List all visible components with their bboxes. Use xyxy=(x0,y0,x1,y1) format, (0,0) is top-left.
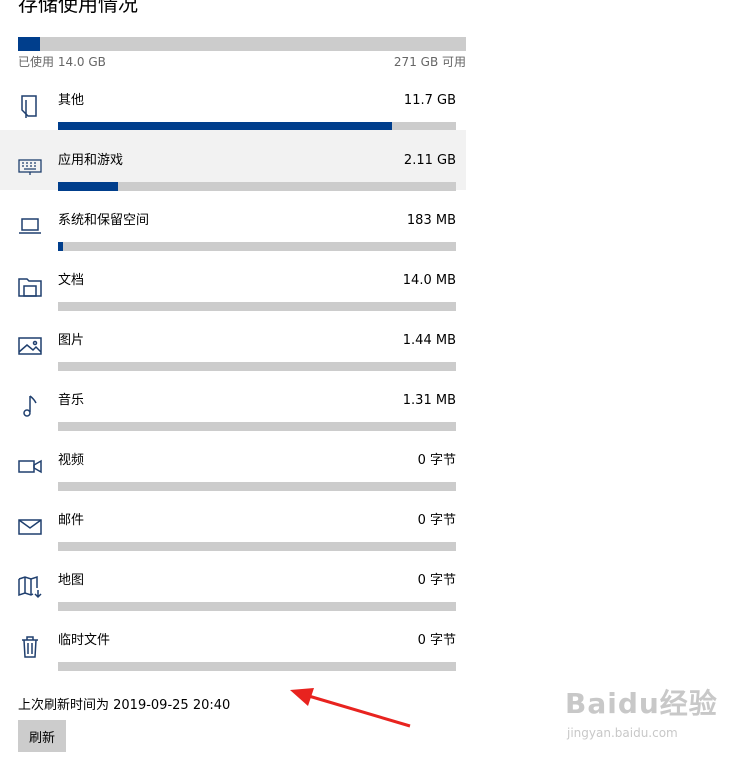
category-name: 地图 xyxy=(58,573,85,588)
category-name: 其他 xyxy=(58,93,85,108)
category-size: 2.11 GB xyxy=(403,153,456,168)
storage-category-item[interactable]: 地图 0 字节 xyxy=(0,550,466,611)
mail-icon xyxy=(16,512,44,540)
category-size: 14.0 MB xyxy=(402,273,456,288)
storage-category-item[interactable]: 邮件 0 字节 xyxy=(0,490,466,551)
category-name: 视频 xyxy=(58,453,85,468)
category-name: 应用和游戏 xyxy=(58,153,124,168)
map-icon xyxy=(16,572,44,600)
category-name: 音乐 xyxy=(58,393,85,408)
music-note-icon xyxy=(16,392,44,420)
video-camera-icon xyxy=(16,452,44,480)
free-space-label: 271 GB 可用 xyxy=(393,55,466,69)
storage-category-item[interactable]: 应用和游戏 2.11 GB xyxy=(0,130,466,191)
laptop-icon xyxy=(16,212,44,240)
category-name: 临时文件 xyxy=(58,633,111,648)
category-size: 183 MB xyxy=(406,213,456,228)
category-size: 0 字节 xyxy=(417,573,456,588)
category-size: 1.31 MB xyxy=(402,393,456,408)
red-arrow-annotation xyxy=(290,688,411,728)
storage-category-item[interactable]: 音乐 1.31 MB xyxy=(0,370,466,431)
category-size: 11.7 GB xyxy=(403,93,456,108)
picture-icon xyxy=(16,332,44,360)
refresh-button[interactable]: 刷新 xyxy=(18,720,66,752)
storage-category-item[interactable]: 系统和保留空间 183 MB xyxy=(0,190,466,251)
watermark-url: jingyan.baidu.com xyxy=(567,726,678,740)
category-size: 0 字节 xyxy=(417,633,456,648)
other-icon xyxy=(16,92,44,120)
storage-category-item[interactable]: 视频 0 字节 xyxy=(0,430,466,491)
storage-category-item[interactable]: 图片 1.44 MB xyxy=(0,310,466,371)
trash-icon xyxy=(16,632,44,660)
baidu-watermark: Baidu经验 jingyan.baidu.com xyxy=(565,676,737,756)
category-size: 0 字节 xyxy=(417,453,456,468)
category-name: 邮件 xyxy=(58,513,85,528)
storage-category-item[interactable]: 文档 14.0 MB xyxy=(0,250,466,311)
category-size: 1.44 MB xyxy=(402,333,456,348)
category-size: 0 字节 xyxy=(417,513,456,528)
used-space-label: 已使用 14.0 GB xyxy=(18,55,106,69)
category-name: 图片 xyxy=(58,333,85,348)
page-title: 存储使用情况 xyxy=(18,0,138,16)
storage-category-list: 其他 11.7 GB 应用和游戏 2.11 GB 系统和保留空间 183 MB 文档 14.0… xyxy=(0,70,741,671)
category-name: 文档 xyxy=(58,273,85,288)
category-name: 系统和保留空间 xyxy=(58,213,150,228)
keyboard-icon xyxy=(16,152,44,180)
documents-folder-icon xyxy=(16,272,44,300)
total-storage-bar xyxy=(18,37,466,51)
last-refresh-label: 上次刷新时间为 2019-09-25 20:40 xyxy=(18,698,231,713)
watermark-brand: Baidu经验 xyxy=(565,687,718,720)
arrow-head xyxy=(290,688,314,706)
storage-category-item[interactable]: 临时文件 0 字节 xyxy=(0,610,466,671)
arrow-shaft xyxy=(301,692,411,728)
storage-category-item[interactable]: 其他 11.7 GB xyxy=(0,70,466,131)
category-usage-bar xyxy=(58,662,456,671)
total-storage-fill xyxy=(18,37,40,51)
